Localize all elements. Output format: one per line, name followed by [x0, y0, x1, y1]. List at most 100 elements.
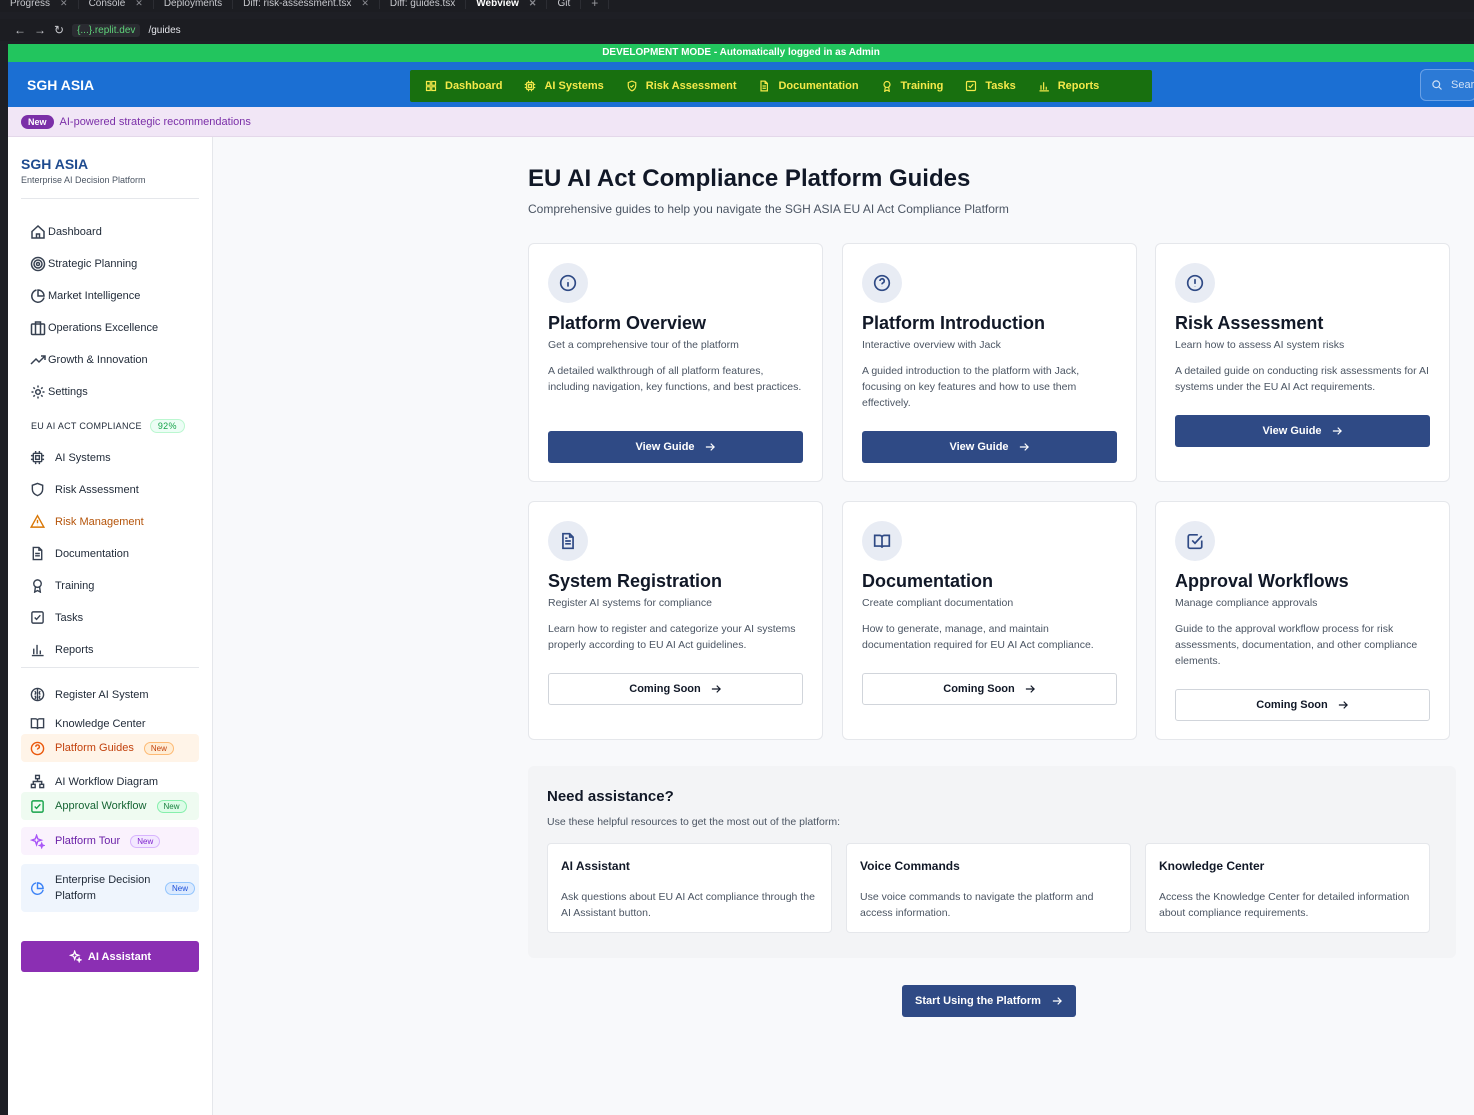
check-square-icon: [31, 799, 44, 813]
ide-tab-progress[interactable]: Progress ✕: [0, 0, 79, 9]
assistance-section: Need assistance? Use these helpful resou…: [528, 766, 1456, 958]
url-path[interactable]: /guides: [148, 25, 180, 36]
card-title: System Registration: [548, 571, 723, 591]
ai-assistant-button[interactable]: AI Assistant: [21, 941, 199, 972]
view-guide-button[interactable]: View Guide: [1175, 415, 1430, 447]
sidebar-item-dashboard[interactable]: Dashboard: [30, 224, 102, 240]
view-guide-button[interactable]: View Guide: [548, 431, 803, 463]
back-arrow-icon[interactable]: ←: [14, 23, 26, 37]
sidebar-item-settings[interactable]: Settings: [30, 384, 88, 400]
label-line-1: Enterprise Decision: [55, 874, 151, 886]
sidebar-item-tasks[interactable]: Tasks: [30, 610, 83, 625]
card-description: Learn how to register and categorize you…: [548, 623, 796, 651]
ide-tab-webview[interactable]: Webview ✕: [466, 0, 548, 9]
card-title: Approval Workflows: [1175, 571, 1349, 591]
coming-soon-button[interactable]: Coming Soon: [548, 673, 803, 705]
resource-title: Knowledge Center: [1159, 859, 1265, 873]
sidebar-item-knowledge-center[interactable]: Knowledge Center: [30, 716, 146, 731]
sidebar-item-strategic-planning[interactable]: Strategic Planning: [30, 256, 137, 272]
ide-tab-git[interactable]: Git: [547, 0, 582, 9]
sidebar-brand-name: SGH ASIA: [21, 156, 89, 172]
sidebar: SGH ASIA Enterprise AI Decision Platform…: [8, 137, 213, 1115]
forward-arrow-icon[interactable]: →: [34, 23, 46, 37]
close-icon[interactable]: ✕: [361, 0, 369, 9]
coming-soon-button[interactable]: Coming Soon: [1175, 689, 1430, 721]
tab-label: Webview: [476, 0, 519, 9]
card-subtitle: Manage compliance approvals: [1175, 597, 1318, 609]
new-badge: New: [21, 114, 54, 129]
sidebar-item-documentation[interactable]: Documentation: [30, 546, 129, 561]
sidebar-item-platform-tour[interactable]: Platform Tour New: [21, 827, 199, 855]
ide-tab-deployments[interactable]: Deployments: [154, 0, 234, 9]
new-tab-button[interactable]: +: [581, 0, 610, 10]
ide-tab-bar: Progress ✕ Console ✕ Deployments Diff: ris…: [0, 0, 1474, 12]
section-label: EU AI ACT COMPLIANCE: [31, 421, 142, 431]
sidebar-item-label: Dashboard: [48, 226, 102, 238]
sidebar-item-training[interactable]: Training: [30, 578, 94, 593]
sidebar-item-register-ai-system[interactable]: Register AI System: [30, 687, 149, 702]
nav-ai-systems[interactable]: AI Systems: [513, 80, 614, 92]
sidebar-item-growth-innovation[interactable]: Growth & Innovation: [30, 352, 148, 368]
nav-tasks[interactable]: Tasks: [954, 80, 1026, 92]
nav-reports[interactable]: Reports: [1027, 80, 1111, 92]
close-icon[interactable]: ✕: [529, 0, 537, 9]
ide-tab-console[interactable]: Console ✕: [79, 0, 154, 9]
announcement-bar[interactable]: New AI-powered strategic recommendations: [8, 107, 1474, 137]
sidebar-item-approval-workflow[interactable]: Approval Workflow New: [21, 792, 199, 820]
sidebar-item-ai-systems[interactable]: AI Systems: [30, 450, 111, 465]
award-icon: [882, 80, 891, 92]
close-icon[interactable]: ✕: [60, 0, 68, 9]
sidebar-item-ai-workflow-diagram[interactable]: AI Workflow Diagram: [30, 774, 158, 789]
nav-training[interactable]: Training: [870, 80, 955, 92]
sidebar-item-label: Platform Guides: [55, 742, 134, 754]
ide-tab-diff-guides[interactable]: Diff: guides.tsx: [380, 0, 467, 9]
announcement-text[interactable]: AI-powered strategic recommendations: [60, 116, 251, 128]
reload-icon[interactable]: ↻: [54, 23, 64, 37]
sidebar-item-risk-assessment[interactable]: Risk Assessment: [30, 482, 139, 497]
sidebar-item-platform-guides[interactable]: Platform Guides New: [21, 734, 199, 762]
coming-soon-button[interactable]: Coming Soon: [862, 673, 1117, 705]
cpu-icon: [525, 80, 536, 92]
warning-triangle-icon: [30, 514, 45, 528]
search-input[interactable]: Sear: [1420, 69, 1474, 101]
sidebar-item-operations-excellence[interactable]: Operations Excellence: [30, 320, 158, 336]
brain-icon: [30, 687, 45, 702]
top-nav: Dashboard AI Systems Risk Assessment Doc…: [410, 70, 1152, 102]
check-square-icon: [1187, 533, 1203, 550]
new-badge: New: [156, 799, 187, 813]
sidebar-item-label: Risk Management: [55, 515, 144, 528]
page-subtitle: Comprehensive guides to help you navigat…: [528, 202, 1009, 216]
file-icon: [760, 80, 769, 92]
tab-label: Deployments: [163, 0, 223, 9]
arrow-right-icon: [1025, 685, 1035, 693]
help-circle-icon: [30, 741, 45, 755]
ide-tab-diff-risk[interactable]: Diff: risk-assessment.tsx ✕: [233, 0, 380, 9]
view-guide-button[interactable]: View Guide: [862, 431, 1117, 463]
url-host[interactable]: {...}.replit.dev: [72, 23, 141, 37]
main-content: EU AI Act Compliance Platform Guides Com…: [214, 137, 1474, 1115]
nav-documentation[interactable]: Documentation: [747, 80, 869, 92]
sidebar-item-reports[interactable]: Reports: [30, 642, 94, 657]
nav-risk-assessment[interactable]: Risk Assessment: [615, 80, 748, 92]
sidebar-item-risk-management[interactable]: Risk Management: [30, 514, 144, 529]
start-using-platform-button[interactable]: Start Using the Platform: [902, 985, 1076, 1017]
button-label: Coming Soon: [629, 683, 701, 695]
brand-logo[interactable]: SGH ASIA: [27, 77, 411, 93]
resource-description: Use voice commands to navigate the platf…: [860, 891, 1094, 919]
card-subtitle: Register AI systems for compliance: [548, 597, 712, 609]
tab-label: Progress: [10, 0, 51, 9]
card-title: Documentation: [862, 571, 994, 591]
sidebar-item-market-intelligence[interactable]: Market Intelligence: [30, 288, 140, 304]
sidebar-item-label: AI Workflow Diagram: [55, 775, 159, 788]
sidebar-item-enterprise-decision-platform[interactable]: Enterprise Decision Platform New: [21, 864, 199, 912]
dev-mode-banner: DEVELOPMENT MODE - Automatically logged …: [8, 44, 1474, 62]
guide-card-risk-assessment: Risk Assessment Learn how to assess AI s…: [1155, 243, 1450, 482]
sidebar-item-label: Settings: [48, 386, 88, 398]
nav-label: AI Systems: [544, 80, 604, 92]
nav-dashboard[interactable]: Dashboard: [414, 80, 513, 92]
bar-chart-icon: [31, 644, 44, 657]
card-subtitle: Get a comprehensive tour of the platform: [548, 339, 739, 351]
pie-chart-icon: [30, 881, 44, 895]
info-icon: [559, 274, 577, 292]
close-icon[interactable]: ✕: [135, 0, 143, 9]
